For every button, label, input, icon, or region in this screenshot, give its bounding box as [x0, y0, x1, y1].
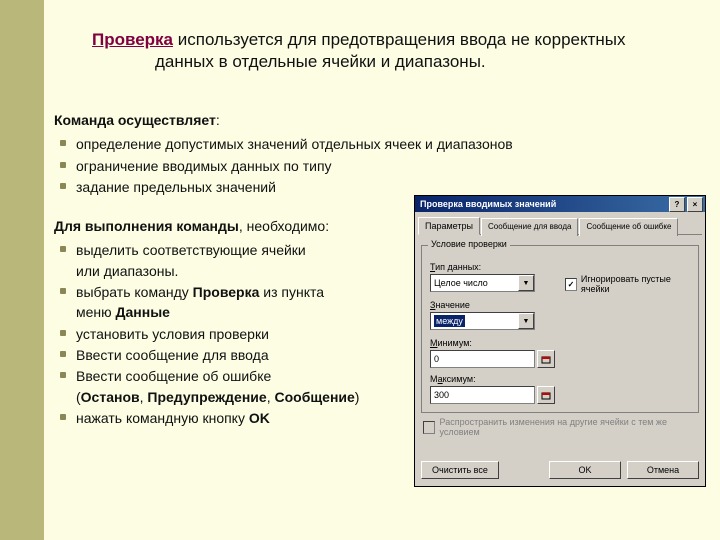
- max-label: Максимум:: [430, 374, 690, 384]
- tab-error-message[interactable]: Сообщение об ошибке: [579, 218, 678, 236]
- checkbox-icon: [423, 421, 435, 434]
- slide-sidebar: [0, 0, 44, 540]
- ignore-empty-checkbox[interactable]: ✓ Игнорировать пустые ячейки: [565, 274, 690, 294]
- help-button[interactable]: ?: [669, 197, 685, 212]
- clear-all-button[interactable]: Очистить все: [421, 461, 499, 479]
- dialog-title: Проверка вводимых значений: [417, 199, 667, 209]
- list-item: нажать командную кнопку OK: [54, 408, 394, 428]
- validation-dialog: Проверка вводимых значений ? × Параметры…: [414, 195, 706, 487]
- list-item: установить условия проверки: [54, 324, 394, 344]
- type-label: Тип данных:: [430, 262, 535, 272]
- close-button[interactable]: ×: [687, 197, 703, 212]
- dialog-tabs: Параметры Сообщение для ввода Сообщение …: [418, 216, 702, 235]
- list-item: Ввести сообщение для ввода: [54, 345, 394, 365]
- dialog-buttons: Очистить все OK Отмена: [421, 461, 699, 479]
- value-combo[interactable]: между▼: [430, 312, 535, 330]
- list-item: выбрать команду Проверка из пункта меню …: [54, 282, 394, 323]
- ok-button[interactable]: OK: [549, 461, 621, 479]
- apply-all-checkbox: Распространить изменения на другие ячейк…: [423, 417, 697, 437]
- range-picker-button[interactable]: [537, 386, 555, 404]
- group-label: Условие проверки: [428, 239, 510, 249]
- tab-input-message[interactable]: Сообщение для ввода: [481, 218, 578, 236]
- type-combo[interactable]: Целое число▼: [430, 274, 535, 292]
- list-item: определение допустимых значений отдельны…: [54, 134, 513, 154]
- min-input[interactable]: 0: [430, 350, 535, 368]
- value-label: Значение: [430, 300, 690, 310]
- section2-head: Для выполнения команды: [54, 218, 239, 234]
- list-item: ограничение вводимых данных по типу: [54, 156, 513, 176]
- criteria-group: Условие проверки Тип данных: Целое число…: [421, 245, 699, 413]
- title-rest: используется для предотвращения ввода не…: [173, 30, 626, 49]
- section1-head: Команда осуществляет: [54, 112, 216, 128]
- chevron-down-icon: ▼: [518, 275, 534, 291]
- range-picker-button[interactable]: [537, 350, 555, 368]
- cancel-button[interactable]: Отмена: [627, 461, 699, 479]
- chevron-down-icon: ▼: [518, 313, 534, 329]
- min-label: Минимум:: [430, 338, 690, 348]
- checkbox-icon: ✓: [565, 278, 577, 291]
- tab-parameters[interactable]: Параметры: [418, 217, 480, 235]
- slide-title: Проверка используется для предотвращения…: [92, 30, 626, 50]
- list-item: Ввести сообщение об ошибке(Останов, Пред…: [54, 366, 394, 407]
- dialog-titlebar: Проверка вводимых значений ? ×: [415, 196, 705, 212]
- section1-list: определение допустимых значений отдельны…: [54, 134, 513, 197]
- list-item: выделить соответствующие ячейки или диап…: [54, 240, 394, 281]
- title-keyword: Проверка: [92, 30, 173, 49]
- section2-list: выделить соответствующие ячейки или диап…: [54, 240, 394, 428]
- max-input[interactable]: 300: [430, 386, 535, 404]
- slide-subtitle: данных в отдельные ячейки и диапазоны.: [155, 52, 486, 72]
